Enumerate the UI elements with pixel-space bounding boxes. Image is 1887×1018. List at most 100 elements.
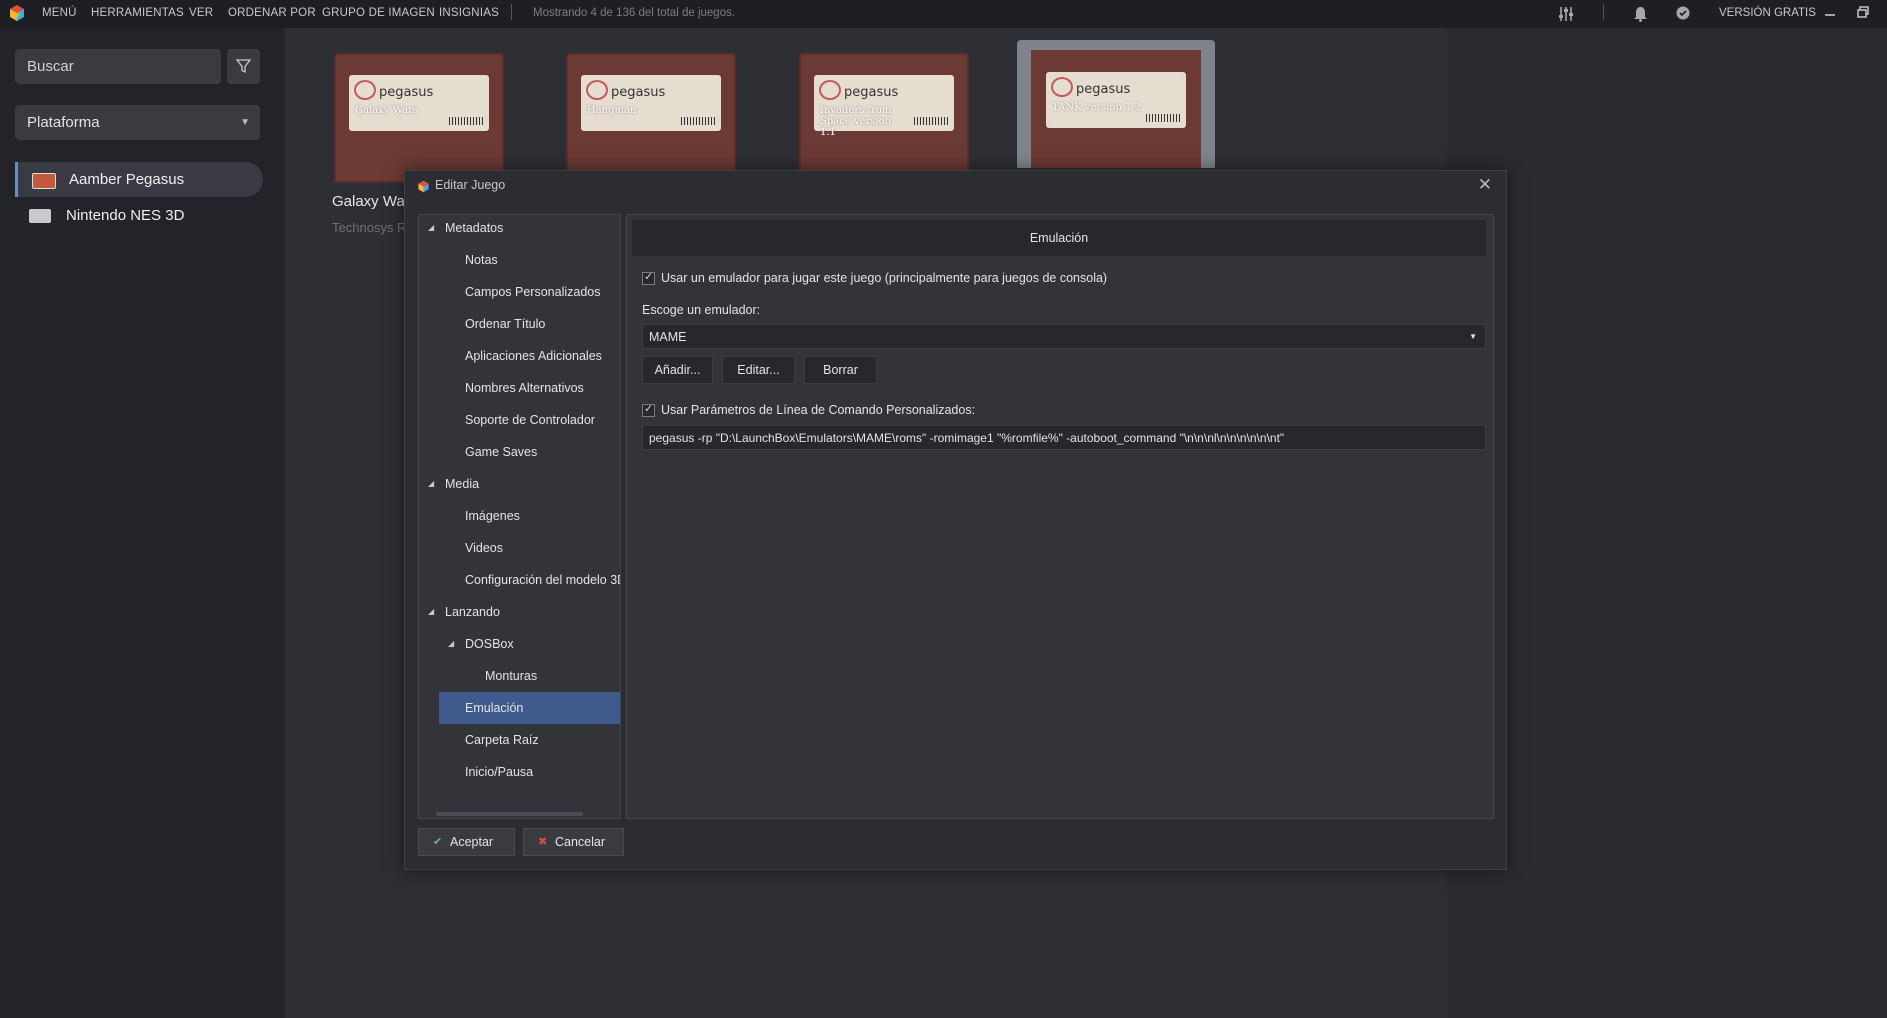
cancel-button[interactable]: ✖ Cancelar (523, 828, 624, 856)
delete-emulator-button[interactable]: Borrar (804, 356, 877, 384)
use-emulator-checkbox[interactable]: ✓ (642, 271, 655, 285)
tree-horizontal-scrollbar[interactable] (436, 812, 583, 816)
launchbox-logo-icon[interactable] (8, 4, 26, 22)
emulation-panel: Emulación ✓ Usar un emulador para jugar … (626, 214, 1494, 819)
sidebar-item-label: Aamber Pegasus (69, 171, 185, 188)
barcode-icon (914, 117, 948, 125)
tree-item-soporte-de-controlador[interactable]: Soporte de Controlador (419, 404, 620, 436)
expand-arrow-icon[interactable]: ◢ (428, 468, 434, 500)
cart-label: pegasus TANK version 1.2 (1046, 72, 1186, 128)
cart-label: pegasus Hangman (581, 75, 721, 131)
pegasus-logo-icon (586, 80, 608, 100)
tree-item-label: Configuración del modelo 3D (465, 573, 621, 587)
tree-item-carpeta-raiz[interactable]: Carpeta Raíz (419, 724, 620, 756)
checkmark-icon: ✓ (644, 271, 654, 283)
sidebar-item-label: Nintendo NES 3D (66, 207, 185, 224)
tree-item-dosbox[interactable]: ◢ DOSBox (419, 628, 620, 660)
check-icon: ✔ (433, 836, 443, 848)
tree-item-lanzando[interactable]: ◢ Lanzando (419, 596, 620, 628)
search-input[interactable]: Buscar (15, 49, 221, 84)
cart-title: Galaxy Wars (355, 105, 418, 116)
choose-emulator-label: Escoge un emulador: (642, 303, 761, 317)
emulator-select-value: MAME (649, 330, 687, 344)
game-title[interactable]: Galaxy War (332, 193, 410, 210)
game-cart-hangman[interactable]: pegasus Hangman (566, 53, 736, 183)
settings-tree: ◢ Metadatos Notas Campos Personalizados … (418, 214, 621, 819)
menu-grupo-de-imagen[interactable]: GRUPO DE IMAGEN (322, 7, 435, 19)
menu-ver[interactable]: VER (189, 7, 213, 19)
platform-dropdown[interactable]: Plataforma ▼ (15, 105, 260, 140)
launchbox-logo-icon (418, 180, 429, 193)
add-emulator-button[interactable]: Añadir... (642, 356, 713, 384)
filter-button[interactable] (227, 49, 260, 84)
tree-item-label: Videos (465, 541, 503, 555)
x-icon: ✖ (538, 836, 548, 848)
tree-item-campos-personalizados[interactable]: Campos Personalizados (419, 276, 620, 308)
game-cart-galaxy-wars[interactable]: pegasus Galaxy Wars (334, 53, 504, 183)
sidebar: Buscar Plataforma ▼ Aamber Pegasus Ninte… (0, 28, 285, 1018)
menu-menu[interactable]: MENÚ (42, 7, 77, 19)
tree-item-emulacion[interactable]: Emulación (439, 692, 620, 724)
menu-ordenar-por[interactable]: ORDENAR POR (228, 7, 316, 19)
tree-item-metadatos[interactable]: ◢ Metadatos (419, 215, 620, 244)
tree-item-label: Imágenes (465, 509, 520, 523)
expand-arrow-icon[interactable]: ◢ (428, 215, 434, 244)
emulator-select[interactable]: MAME ▼ (642, 324, 1486, 349)
filter-icon (236, 59, 251, 74)
tree-item-monturas[interactable]: Monturas (419, 660, 620, 692)
tree-item-label: DOSBox (465, 637, 514, 651)
restore-icon[interactable] (1857, 6, 1869, 18)
panel-header: Emulación (632, 220, 1486, 256)
cart-brand: pegasus (379, 85, 434, 100)
tree-item-imagenes[interactable]: Imágenes (419, 500, 620, 532)
accept-button[interactable]: ✔ Aceptar (418, 828, 515, 856)
tree-item-label: Ordenar Título (465, 317, 546, 331)
sidebar-item-aamber-pegasus[interactable]: Aamber Pegasus (15, 162, 263, 197)
tree-item-label: Lanzando (445, 605, 500, 619)
tree-item-label: Nombres Alternativos (465, 381, 584, 395)
tree-item-configuracion-modelo-3d[interactable]: Configuración del modelo 3D (419, 564, 620, 596)
tree-item-game-saves[interactable]: Game Saves (419, 436, 620, 468)
custom-cmd-checkbox[interactable]: ✓ (642, 403, 655, 417)
free-version-link[interactable]: VERSIÓN GRATIS (1719, 7, 1816, 19)
checkmark-icon: ✓ (644, 403, 654, 415)
pegasus-logo-icon (1051, 77, 1073, 97)
edit-emulator-button[interactable]: Editar... (722, 356, 795, 384)
sliders-icon[interactable] (1557, 5, 1575, 23)
cart-title: Hangman (587, 105, 637, 116)
tree-item-label: Metadatos (445, 221, 504, 235)
tree-item-inicio-pausa[interactable]: Inicio/Pausa (419, 756, 620, 788)
menu-herramientas[interactable]: HERRAMIENTAS (91, 7, 184, 19)
bell-icon[interactable] (1633, 6, 1648, 22)
game-cart-invaders-from-space[interactable]: pegasus Invaders from Space version 1.1 (799, 53, 969, 183)
tree-item-nombres-alternativos[interactable]: Nombres Alternativos (419, 372, 620, 404)
barcode-icon (1146, 114, 1180, 122)
close-icon[interactable]: ✕ (1478, 175, 1492, 195)
barcode-icon (449, 117, 483, 125)
platform-dropdown-label: Plataforma (27, 114, 100, 131)
menu-insignias[interactable]: INSIGNIAS (439, 7, 499, 19)
games-count-status: Mostrando 4 de 136 del total de juegos. (533, 7, 736, 19)
expand-arrow-icon[interactable]: ◢ (448, 628, 454, 660)
check-circle-icon[interactable] (1676, 6, 1690, 20)
dialog-title: Editar Juego (435, 178, 506, 192)
sidebar-item-nintendo-nes-3d[interactable]: Nintendo NES 3D (18, 198, 263, 233)
tree-item-videos[interactable]: Videos (419, 532, 620, 564)
game-cart-tank-selected[interactable]: pegasus TANK version 1.2 (1017, 40, 1215, 168)
cart-label: pegasus Galaxy Wars (349, 75, 489, 131)
tree-item-label: Emulación (465, 701, 524, 715)
pegasus-logo-icon (819, 80, 841, 100)
command-line-input[interactable]: pegasus -rp "D:\LaunchBox\Emulators\MAME… (642, 425, 1486, 450)
accept-button-label: Aceptar (450, 835, 494, 849)
game-developer: Technosys R (332, 220, 407, 235)
tree-item-notas[interactable]: Notas (419, 244, 620, 276)
tree-item-media[interactable]: ◢ Media (419, 468, 620, 500)
use-emulator-label: Usar un emulador para jugar este juego (… (661, 271, 1108, 285)
minimize-icon[interactable] (1824, 8, 1836, 20)
expand-arrow-icon[interactable]: ◢ (428, 596, 434, 628)
cart-title: Invaders from Space version 1.1 (820, 105, 892, 138)
tree-item-aplicaciones-adicionales[interactable]: Aplicaciones Adicionales (419, 340, 620, 372)
tree-item-ordenar-titulo[interactable]: Ordenar Título (419, 308, 620, 340)
tree-item-label: Game Saves (465, 445, 538, 459)
tree-item-label: Notas (465, 253, 498, 267)
